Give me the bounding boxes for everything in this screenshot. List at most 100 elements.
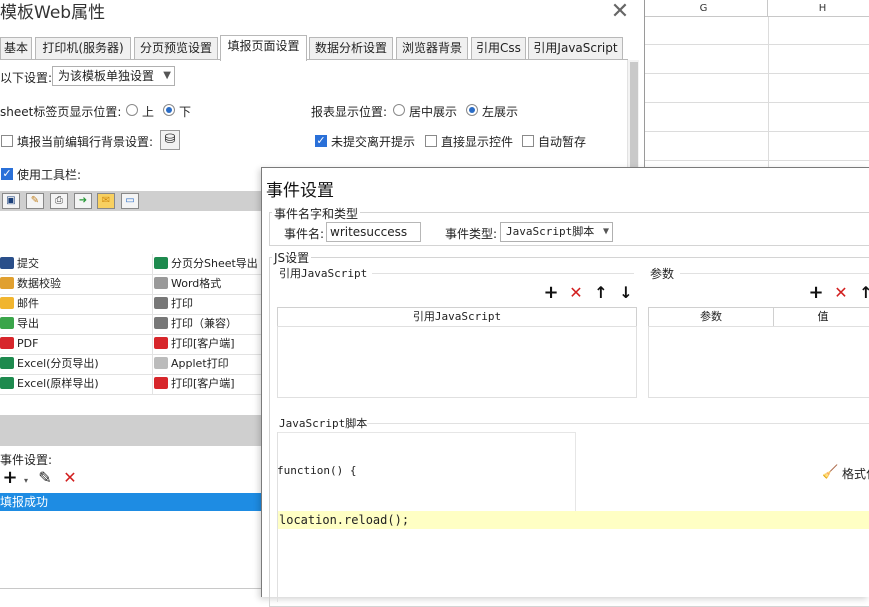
ref-js-column-header[interactable]: 引用JavaScript [277,307,637,327]
applet-icon [154,357,168,369]
radio-center[interactable] [393,104,405,116]
edit-icon[interactable]: ✎ [37,470,53,486]
js-settings-title: JS设置 [272,249,312,266]
tab-fill-page-settings[interactable]: 填报页面设置 [220,35,307,61]
fill-background-label: 填报当前编辑行背景设置: [17,135,154,149]
print-icon[interactable]: ⎙ [50,193,68,209]
format-button[interactable]: 格式化 [842,465,869,482]
add-icon[interactable]: + [2,469,18,487]
tab-browser-background[interactable]: 浏览器背景 [396,37,468,60]
delete-icon[interactable]: ✕ [568,285,584,301]
delete-icon[interactable]: ✕ [833,285,849,301]
add-icon[interactable]: + [543,284,559,302]
chevron-down-icon: ▼ [163,70,171,81]
item-print-client-2[interactable]: 打印[客户端] [154,374,235,394]
settings-select[interactable]: 为该模板单独设置 ▼ [52,66,175,86]
arrow-down-icon[interactable]: ↓ [618,285,634,301]
tab-ref-javascript[interactable]: 引用JavaScript [528,37,623,60]
divider [372,273,634,274]
radio-sheet-top-label: 上 [142,105,155,119]
event-type-select[interactable]: JavaScript脚本 ▼ [500,222,613,242]
show-controls-checkbox[interactable] [425,135,437,147]
event-settings-label: 事件设置: [0,453,53,467]
tab-page-preview[interactable]: 分页预览设置 [134,37,218,60]
delete-icon[interactable]: ✕ [62,470,78,486]
auto-save-label: 自动暂存 [538,135,587,149]
row-separator [0,334,270,335]
event-list-item[interactable]: 填报成功 [0,493,262,511]
window-icon[interactable]: ▭ [121,193,139,209]
divider [680,273,869,274]
item-word[interactable]: Word格式 [154,274,221,294]
pencil-icon [0,277,14,289]
export-icon [0,317,14,329]
event-name-input[interactable]: writesuccess [326,222,421,242]
item-excel-original[interactable]: Excel(原样导出) [0,374,99,394]
chevron-down-icon[interactable]: ▾ [18,473,34,489]
item-submit[interactable]: 提交 [0,254,39,274]
code-editor[interactable] [277,529,869,599]
save-icon[interactable]: ▣ [2,193,20,209]
grid-line [768,17,769,167]
word-icon [154,277,168,289]
add-icon[interactable]: + [808,284,824,302]
mail-icon[interactable]: ✉ [97,193,115,209]
ref-js-list[interactable] [277,326,637,398]
dialog-title: 模板Web属性 [0,3,106,23]
column-header-g[interactable]: G [640,0,768,17]
arrow-up-icon[interactable]: ↑ [593,285,609,301]
name-type-group-title: 事件名字和类型 [272,205,361,222]
params-value-header[interactable]: 值 [773,307,869,327]
excel-icon [0,377,14,389]
use-toolbar-checkbox[interactable]: ✓ [1,168,13,180]
item-print[interactable]: 打印 [154,294,193,314]
params-table[interactable] [648,326,869,398]
use-toolbar-label: 使用工具栏: [17,168,82,182]
radio-sheet-bottom[interactable] [163,104,175,116]
tab-printer-server[interactable]: 打印机(服务器) [35,37,131,60]
print-icon [154,297,168,309]
grid-line [640,131,869,132]
item-excel-page[interactable]: Excel(分页导出) [0,354,99,374]
pdf-print-icon [154,337,168,349]
radio-left[interactable] [466,104,478,116]
radio-center-label: 居中展示 [409,105,458,119]
excel-icon [154,257,168,269]
auto-save-checkbox[interactable] [522,135,534,147]
tab-basic[interactable]: 基本 [0,37,32,60]
params-param-header[interactable]: 参数 [648,307,774,327]
tab-ref-css[interactable]: 引用Css [471,37,526,60]
item-export[interactable]: 导出 [0,314,39,334]
paint-bucket-icon[interactable]: ⛁ [160,130,180,150]
item-sheet-export[interactable]: 分页分Sheet导出 [154,254,258,274]
ref-js-label: 引用JavaScript [279,267,368,280]
pdf-print-icon [154,377,168,389]
arrow-up-icon[interactable]: ↑ [858,285,869,301]
event-type-label: 事件类型: [445,227,498,241]
broom-icon[interactable]: 🧹 [822,465,838,480]
close-icon[interactable]: ✕ [608,1,632,25]
params-label: 参数 [650,267,675,281]
function-signature: function() { [277,464,357,477]
grid-line [640,44,869,45]
pencil-icon[interactable]: ✎ [26,193,44,209]
tab-data-analysis[interactable]: 数据分析设置 [309,37,393,60]
radio-sheet-bottom-label: 下 [179,105,192,119]
radio-sheet-top[interactable] [126,104,138,116]
code-editor-line[interactable]: location.reload(); [277,511,869,529]
item-data-check[interactable]: 数据校验 [0,274,61,294]
item-print-compat[interactable]: 打印（兼容） [154,314,237,334]
export-icon[interactable]: ➜ [74,193,92,209]
item-mail[interactable]: 邮件 [0,294,39,314]
column-separator [152,254,153,394]
unsubmitted-prompt-checkbox[interactable]: ✓ [315,135,327,147]
fill-background-checkbox[interactable] [1,135,13,147]
item-pdf[interactable]: PDF [0,334,38,354]
grid-line [640,73,869,74]
settings-label: 以下设置: [0,71,53,85]
divider [0,588,262,589]
settings-select-value: 为该模板单独设置 [58,69,155,83]
column-header-h[interactable]: H [768,0,869,17]
item-print-client[interactable]: 打印[客户端] [154,334,235,354]
item-applet-print[interactable]: Applet打印 [154,354,229,374]
